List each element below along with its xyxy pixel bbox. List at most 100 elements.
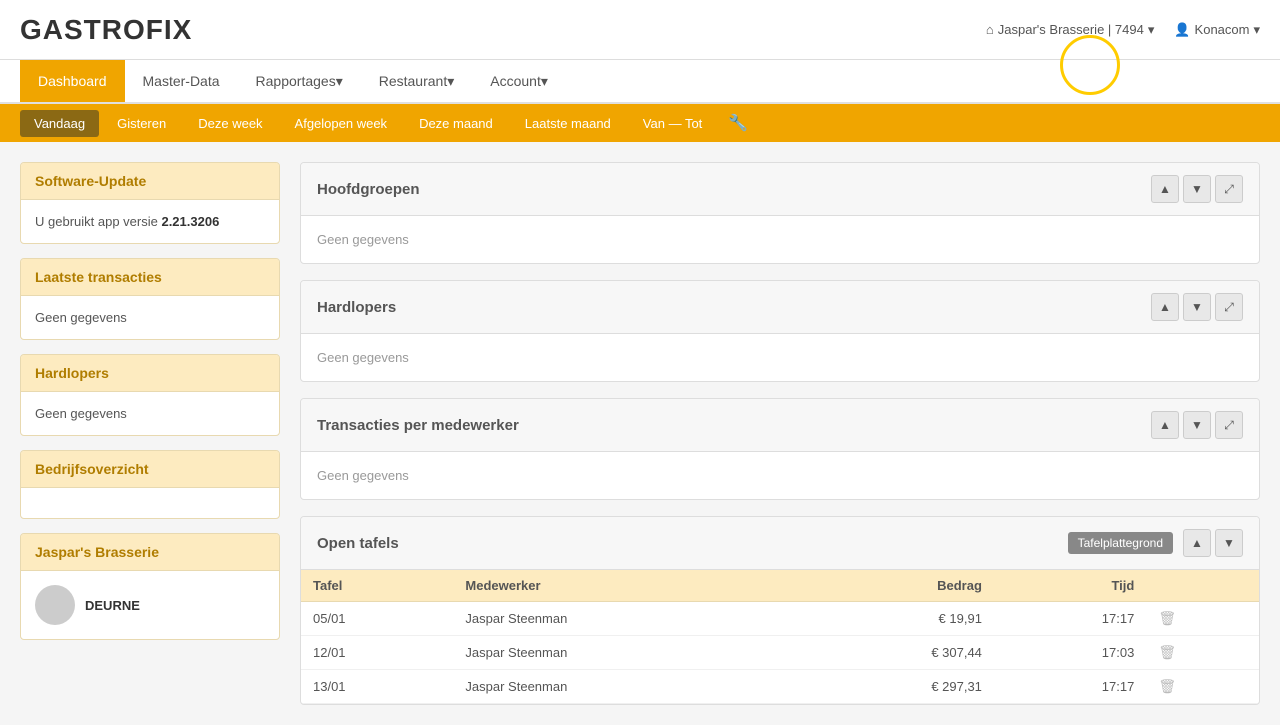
widget-hardlopers-header: Hardlopers ▲ ▼ ⤢ bbox=[301, 281, 1259, 334]
table-row: 05/01 Jaspar Steenman € 19,91 17:17 🗑 bbox=[301, 602, 1259, 636]
subnav-deze-week[interactable]: Deze week bbox=[184, 110, 276, 137]
widget-hardlopers-title: Hardlopers bbox=[317, 299, 396, 316]
laatste-transacties-text: Geen gegevens bbox=[35, 310, 127, 325]
delete-icon[interactable]: 🗑 bbox=[1158, 644, 1176, 660]
restaurant-nav-arrow-icon: ▾ bbox=[447, 73, 454, 90]
jaspars-location: DEURNE bbox=[85, 598, 140, 613]
sidebar-card-hardlopers: Hardlopers Geen gegevens bbox=[20, 354, 280, 436]
widget-hardlopers-up-btn[interactable]: ▲ bbox=[1151, 293, 1179, 321]
main-content: Software-Update U gebruikt app versie 2.… bbox=[0, 142, 1280, 725]
widget-hardlopers-expand-btn[interactable]: ⤢ bbox=[1215, 293, 1243, 321]
cell-bedrag: € 19,91 bbox=[793, 602, 994, 636]
widget-hoofdgroepen-controls: ▲ ▼ ⤢ bbox=[1151, 175, 1243, 203]
cell-tijd: 17:03 bbox=[994, 636, 1146, 670]
sidebar-card-software-update: Software-Update U gebruikt app versie 2.… bbox=[20, 162, 280, 244]
widget-hoofdgroepen-text: Geen gegevens bbox=[317, 232, 409, 247]
subnav-gisteren[interactable]: Gisteren bbox=[103, 110, 180, 137]
account-arrow-icon: ▾ bbox=[541, 73, 548, 90]
widget-open-tafels-header: Open tafels Tafelplattegrond ▲ ▼ bbox=[301, 517, 1259, 570]
widget-hardlopers-controls: ▲ ▼ ⤢ bbox=[1151, 293, 1243, 321]
delete-icon[interactable]: 🗑 bbox=[1158, 610, 1176, 626]
cell-tafel: 13/01 bbox=[301, 670, 453, 704]
restaurant-label: Restaurant bbox=[379, 73, 447, 89]
cell-delete[interactable]: 🗑 bbox=[1146, 602, 1259, 636]
cell-medewerker: Jaspar Steenman bbox=[453, 670, 792, 704]
open-tafels-controls: Tafelplattegrond ▲ ▼ bbox=[1068, 529, 1243, 557]
widget-transacties-down-btn[interactable]: ▼ bbox=[1183, 411, 1211, 439]
laatste-transacties-header: Laatste transacties bbox=[21, 259, 279, 296]
software-update-text: U gebruikt app versie bbox=[35, 214, 158, 229]
user-menu[interactable]: 👤 Konacom ▾ bbox=[1174, 22, 1260, 38]
cell-tijd: 17:17 bbox=[994, 602, 1146, 636]
col-bedrag: Bedrag bbox=[793, 570, 994, 602]
restaurant-arrow-icon: ▾ bbox=[1148, 22, 1155, 38]
widget-open-tafels-title: Open tafels bbox=[317, 535, 399, 552]
subnav: Vandaag Gisteren Deze week Afgelopen wee… bbox=[0, 104, 1280, 142]
widget-hoofdgroepen-up-btn[interactable]: ▲ bbox=[1151, 175, 1179, 203]
widget-open-tafels-up-btn[interactable]: ▲ bbox=[1183, 529, 1211, 557]
col-tijd: Tijd bbox=[994, 570, 1146, 602]
account-label: Account bbox=[490, 73, 541, 89]
widget-hardlopers-text: Geen gegevens bbox=[317, 350, 409, 365]
laatste-transacties-body: Geen gegevens bbox=[21, 296, 279, 339]
cell-tafel: 12/01 bbox=[301, 636, 453, 670]
widget-hoofdgroepen-down-btn[interactable]: ▼ bbox=[1183, 175, 1211, 203]
widget-hoofdgroepen-title: Hoofdgroepen bbox=[317, 181, 420, 198]
widget-open-tafels: Open tafels Tafelplattegrond ▲ ▼ Tafel M… bbox=[300, 516, 1260, 705]
restaurant-selector[interactable]: ⌂ Jaspar's Brasserie | 7494 ▾ bbox=[986, 22, 1154, 38]
widget-transacties-controls: ▲ ▼ ⤢ bbox=[1151, 411, 1243, 439]
cell-bedrag: € 307,44 bbox=[793, 636, 994, 670]
widget-transacties-body: Geen gegevens bbox=[301, 452, 1259, 499]
table-body: 05/01 Jaspar Steenman € 19,91 17:17 🗑 12… bbox=[301, 602, 1259, 704]
widget-open-tafels-down-btn[interactable]: ▼ bbox=[1215, 529, 1243, 557]
col-tafel: Tafel bbox=[301, 570, 453, 602]
home-icon: ⌂ bbox=[986, 22, 994, 37]
subnav-deze-maand[interactable]: Deze maand bbox=[405, 110, 507, 137]
widget-transacties-up-btn[interactable]: ▲ bbox=[1151, 411, 1179, 439]
widget-hoofdgroepen-header: Hoofdgroepen ▲ ▼ ⤢ bbox=[301, 163, 1259, 216]
widget-hoofdgroepen: Hoofdgroepen ▲ ▼ ⤢ Geen gegevens bbox=[300, 162, 1260, 264]
rapportages-arrow-icon: ▾ bbox=[336, 73, 343, 90]
logo: GASTROFIX bbox=[20, 14, 192, 46]
main-nav: Dashboard Master-Data Rapportages ▾ Rest… bbox=[0, 60, 1280, 104]
widget-transacties-text: Geen gegevens bbox=[317, 468, 409, 483]
col-medewerker: Medewerker bbox=[453, 570, 792, 602]
table-row: 12/01 Jaspar Steenman € 307,44 17:03 🗑 bbox=[301, 636, 1259, 670]
cell-delete[interactable]: 🗑 bbox=[1146, 636, 1259, 670]
hardlopers-sidebar-text: Geen gegevens bbox=[35, 406, 127, 421]
subnav-vandaag[interactable]: Vandaag bbox=[20, 110, 99, 137]
subnav-afgelopen-week[interactable]: Afgelopen week bbox=[281, 110, 402, 137]
delete-icon[interactable]: 🗑 bbox=[1158, 678, 1176, 694]
nav-item-master-data[interactable]: Master-Data bbox=[125, 60, 238, 102]
jaspars-header: Jaspar's Brasserie bbox=[21, 534, 279, 571]
jaspars-body: DEURNE bbox=[21, 571, 279, 639]
nav-item-restaurant[interactable]: Restaurant ▾ bbox=[361, 60, 473, 102]
open-tafels-table: Tafel Medewerker Bedrag Tijd 05/01 Jaspa… bbox=[301, 570, 1259, 704]
nav-item-dashboard[interactable]: Dashboard bbox=[20, 60, 125, 102]
tafelplattegrond-button[interactable]: Tafelplattegrond bbox=[1068, 532, 1173, 554]
nav-item-rapportages[interactable]: Rapportages ▾ bbox=[238, 60, 361, 102]
col-actions bbox=[1146, 570, 1259, 602]
software-update-header: Software-Update bbox=[21, 163, 279, 200]
jaspars-avatar bbox=[35, 585, 75, 625]
software-update-body: U gebruikt app versie 2.21.3206 bbox=[21, 200, 279, 243]
settings-icon[interactable]: 🔧 bbox=[720, 107, 756, 139]
widget-hardlopers-down-btn[interactable]: ▼ bbox=[1183, 293, 1211, 321]
bedrijfsoverzicht-header: Bedrijfsoverzicht bbox=[21, 451, 279, 488]
widget-transacties: Transacties per medewerker ▲ ▼ ⤢ Geen ge… bbox=[300, 398, 1260, 500]
user-arrow-icon: ▾ bbox=[1253, 22, 1260, 38]
cell-medewerker: Jaspar Steenman bbox=[453, 636, 792, 670]
cell-delete[interactable]: 🗑 bbox=[1146, 670, 1259, 704]
subnav-laatste-maand[interactable]: Laatste maand bbox=[511, 110, 625, 137]
widget-open-tafels-body: Tafel Medewerker Bedrag Tijd 05/01 Jaspa… bbox=[301, 570, 1259, 704]
subnav-van-tot[interactable]: Van — Tot bbox=[629, 110, 717, 137]
cell-tafel: 05/01 bbox=[301, 602, 453, 636]
nav-item-account[interactable]: Account ▾ bbox=[472, 60, 566, 102]
bedrijfsoverzicht-body bbox=[21, 488, 279, 518]
user-icon: 👤 bbox=[1174, 22, 1190, 38]
hardlopers-sidebar-header: Hardlopers bbox=[21, 355, 279, 392]
cell-tijd: 17:17 bbox=[994, 670, 1146, 704]
widget-transacties-expand-btn[interactable]: ⤢ bbox=[1215, 411, 1243, 439]
widget-hoofdgroepen-expand-btn[interactable]: ⤢ bbox=[1215, 175, 1243, 203]
rapportages-label: Rapportages bbox=[256, 73, 336, 89]
